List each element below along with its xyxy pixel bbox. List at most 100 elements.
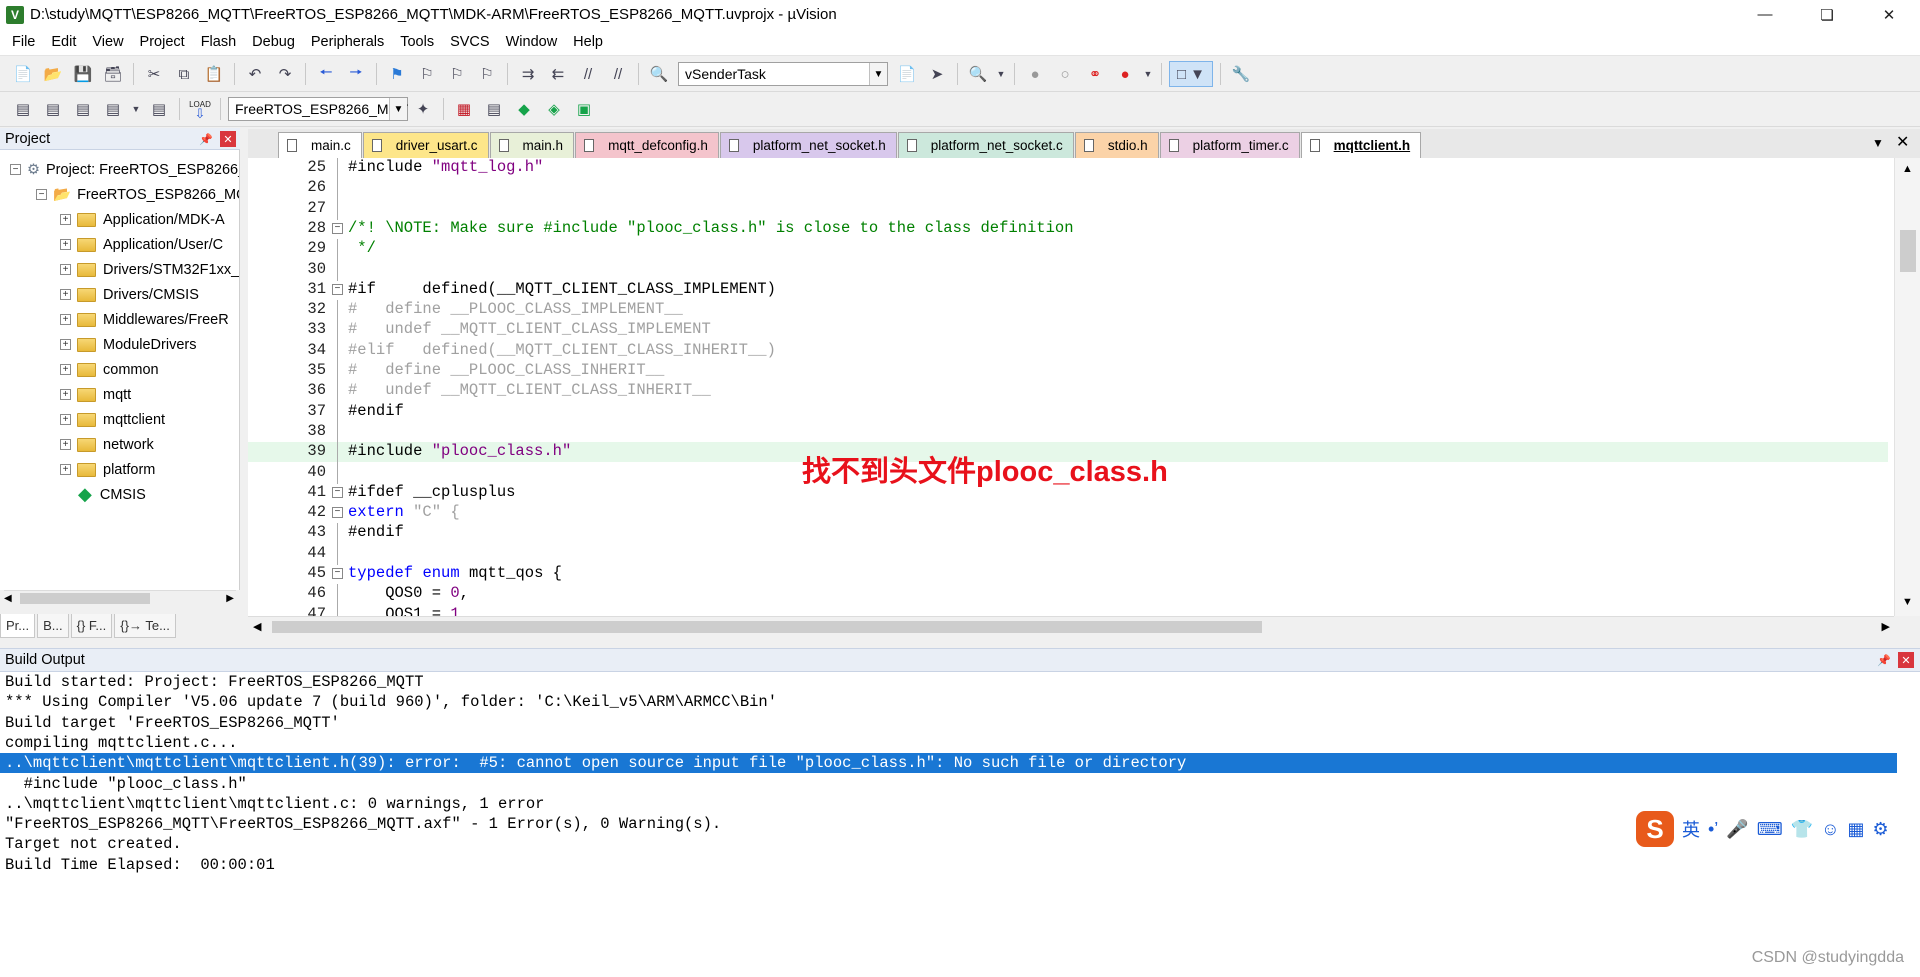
close-build-output-button[interactable]: ✕ [1898,652,1914,668]
copy-icon[interactable]: ⧉ [171,61,197,87]
tree-group[interactable]: + Drivers/CMSIS [60,282,199,307]
find-icon[interactable]: 📄 [894,61,920,87]
project-pane-tab[interactable]: Pr... [0,614,36,638]
menu-item-peripherals[interactable]: Peripherals [303,34,392,50]
pin-icon[interactable]: 📌 [198,131,214,147]
editor-tab[interactable]: mqtt_defconfig.h [575,132,719,158]
clear-bookmarks-icon[interactable]: ⚐ [474,61,500,87]
editor-hscroll[interactable]: ◀ ▶ [248,616,1894,636]
menu-item-debug[interactable]: Debug [244,34,303,50]
paste-icon[interactable]: 📋 [201,61,227,87]
tree-group[interactable]: + Application/MDK-A [60,207,225,232]
editor-vscroll[interactable]: ▲ ▼ [1894,158,1920,616]
save-all-icon[interactable]: 🗃 [100,61,126,87]
disable-breakpoint-icon[interactable]: ○ [1052,61,1078,87]
code-editor[interactable]: ✗ ▲ ▼ 25#include "mqtt_log.h"262728−/*! … [248,158,1920,616]
tree-group[interactable]: + mqttclient [60,407,165,432]
restore-button[interactable]: ❏ [1796,0,1858,29]
project-pane-tab[interactable]: {} F... [70,614,113,638]
emoji-icon[interactable]: ☺ [1821,819,1839,840]
batch-dropdown-icon[interactable]: ▼ [130,96,142,122]
unindent-icon[interactable]: ⇇ [545,61,571,87]
collapse-icon[interactable]: − [10,164,21,175]
tree-cmsis[interactable]: ◆ CMSIS [78,482,146,507]
next-bookmark-icon[interactable]: ⚐ [444,61,470,87]
close-project-pane-button[interactable]: ✕ [220,131,236,147]
editor-tab[interactable]: driver_usart.c [362,132,489,158]
project-hscroll[interactable]: ◀ ▶ [4,590,236,607]
close-button[interactable]: ✕ [1858,0,1920,29]
build-output-line[interactable]: Build Time Elapsed: 00:00:01 [5,855,275,875]
toolbox-icon[interactable]: ▦ [1848,819,1865,840]
file-extensions-icon[interactable]: ▦ [451,96,477,122]
expand-icon[interactable]: + [60,439,71,450]
build-output-line[interactable]: "FreeRTOS_ESP8266_MQTT\FreeRTOS_ESP8266_… [5,814,721,834]
expand-icon[interactable]: + [60,264,71,275]
cut-icon[interactable]: ✂ [141,61,167,87]
target-options-icon[interactable]: ✦ [410,96,436,122]
editor-tab[interactable]: mqttclient.h [1300,132,1422,158]
build-output-line[interactable]: Target not created. [5,834,182,854]
editor-tab[interactable]: platform_net_socket.c [897,132,1074,158]
stop-build-icon[interactable]: ▤ [146,96,172,122]
tree-group[interactable]: + common [60,357,159,382]
menu-item-tools[interactable]: Tools [392,34,442,50]
tree-group[interactable]: + mqtt [60,382,131,407]
batch-build-icon[interactable]: ▤ [100,96,126,122]
settings-icon[interactable]: ⚙ [1873,819,1889,840]
tab-list-dropdown-icon[interactable]: ▼ [1872,136,1884,150]
expand-icon[interactable]: + [60,414,71,425]
nav-back-icon[interactable]: 🠔 [313,61,339,87]
close-tab-icon[interactable]: ✕ [1896,132,1909,152]
save-icon[interactable]: 💾 [70,61,96,87]
pin-icon[interactable]: 📌 [1876,652,1892,668]
fold-toggle-icon[interactable]: − [332,222,343,234]
menu-item-flash[interactable]: Flash [193,34,244,50]
component-icon[interactable]: ▣ [571,96,597,122]
prev-bookmark-icon[interactable]: ⚐ [414,61,440,87]
configure-icon[interactable]: 🔧 [1228,61,1254,87]
undo-icon[interactable]: ↶ [242,61,268,87]
uncomment-icon[interactable]: // [605,61,631,87]
menu-item-window[interactable]: Window [498,34,566,50]
project-pane-tab[interactable]: {}→ Te... [114,614,176,638]
redo-icon[interactable]: ↷ [272,61,298,87]
editor-tab[interactable]: platform_net_socket.h [719,132,897,158]
expand-icon[interactable]: + [60,239,71,250]
window-layout-icon[interactable]: □ ▼ [1169,61,1213,87]
tree-group[interactable]: + platform [60,457,155,482]
open-file-icon[interactable]: 📂 [40,61,66,87]
collapse-icon[interactable]: − [36,189,47,200]
editor-tab[interactable]: stdio.h [1074,132,1159,158]
expand-icon[interactable]: + [60,364,71,375]
build-output-line[interactable]: ..\mqttclient\mqttclient\mqttclient.c: 0… [5,794,545,814]
comment-icon[interactable]: // [575,61,601,87]
kill-breakpoints-icon[interactable]: ● [1112,61,1138,87]
editor-tab[interactable]: main.h [489,132,575,158]
download-icon[interactable]: LOAD ⇩ [187,96,213,122]
editor-tab[interactable]: main.c [278,132,362,158]
ime-toolbar[interactable]: S 英 •’ 🎤 ⌨ 👕 ☺ ▦ ⚙ [1636,810,1889,848]
tree-group[interactable]: + Drivers/STM32F1xx_ [60,257,239,282]
menu-item-project[interactable]: Project [132,34,193,50]
find-in-files-icon[interactable]: 🔍 [646,61,672,87]
translate-icon[interactable]: ▤ [10,96,36,122]
fold-toggle-icon[interactable]: − [332,568,343,579]
new-file-icon[interactable]: 📄 [10,61,36,87]
build-output-line[interactable]: ..\mqttclient\mqttclient\mqttclient.h(39… [0,753,1897,774]
menu-item-file[interactable]: File [4,34,43,50]
menu-item-edit[interactable]: Edit [43,34,84,50]
tree-root[interactable]: − ⚙ Project: FreeRTOS_ESP8266_ [10,157,239,182]
build-icon[interactable]: ▤ [40,96,66,122]
tree-group[interactable]: + Middlewares/FreeR [60,307,229,332]
debug-dropdown-icon[interactable]: ▼ [995,61,1007,87]
ime-language-toggle[interactable]: 英 [1682,816,1700,842]
indent-icon[interactable]: ⇉ [515,61,541,87]
menu-item-svcs[interactable]: SVCS [442,34,498,50]
run-time-env-icon[interactable]: ◆ [511,96,537,122]
menu-item-help[interactable]: Help [565,34,611,50]
build-output-line[interactable]: compiling mqttclient.c... [5,733,238,753]
skin-icon[interactable]: 👕 [1791,819,1813,840]
minimize-button[interactable]: — [1734,0,1796,29]
build-output-line[interactable]: Build target 'FreeRTOS_ESP8266_MQTT' [5,713,340,733]
